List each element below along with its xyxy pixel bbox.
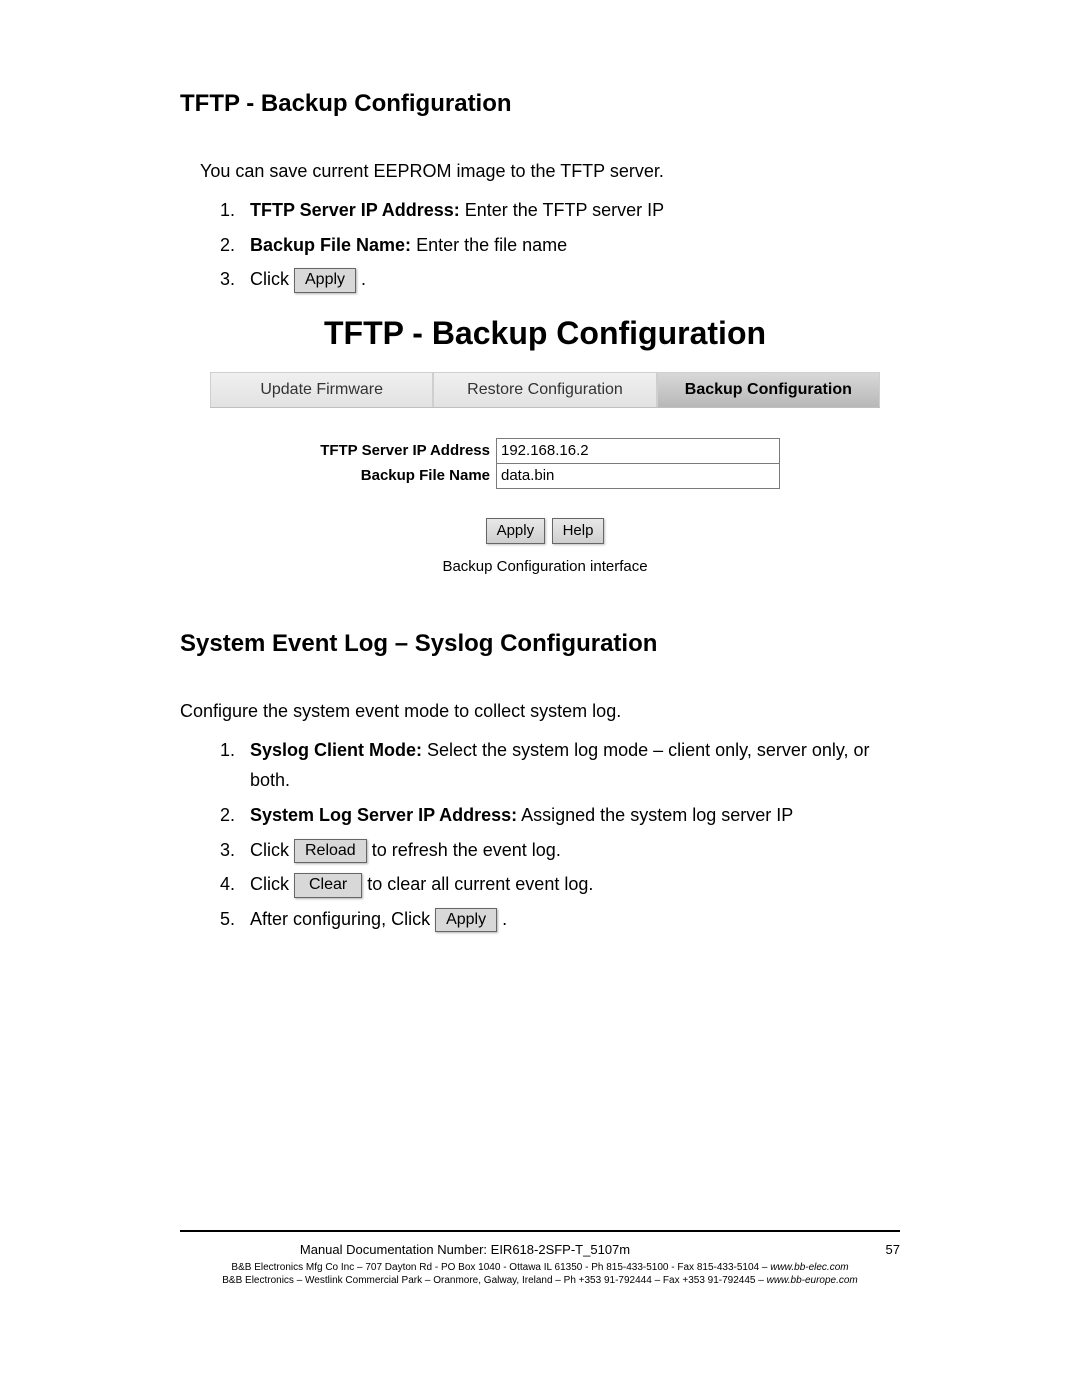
step-item: Syslog Client Mode: Select the system lo…: [240, 735, 900, 796]
tab-restore-configuration[interactable]: Restore Configuration: [433, 372, 656, 407]
footer-docnumber: Manual Documentation Number: EIR618-2SFP…: [300, 1242, 630, 1257]
step3-pre: Click: [250, 269, 294, 289]
footer-a-site: www.bb-elec.com: [770, 1262, 848, 1273]
page-footer: Manual Documentation Number: EIR618-2SFP…: [180, 1230, 900, 1287]
form-block: TFTP Server IP Address Backup File Name: [310, 438, 780, 488]
file-input[interactable]: [496, 463, 780, 489]
apply-button-inline-2[interactable]: Apply: [435, 908, 497, 933]
s2-step2-label: System Log Server IP Address:: [250, 805, 517, 825]
step-item: After configuring, Click Apply .: [240, 904, 900, 935]
section2-intro: Configure the system event mode to colle…: [180, 698, 900, 725]
s2-step1-label: Syslog Client Mode:: [250, 740, 422, 760]
footer-address-2: B&B Electronics – Westlink Commercial Pa…: [180, 1274, 900, 1287]
s2-step4-pre: Click: [250, 874, 294, 894]
tab-backup-configuration[interactable]: Backup Configuration: [657, 372, 880, 407]
footer-b-pre: B&B Electronics – Westlink Commercial Pa…: [222, 1275, 766, 1286]
step3-post: .: [356, 269, 366, 289]
s2-step3-post: to refresh the event log.: [367, 840, 561, 860]
apply-button[interactable]: Apply: [486, 518, 546, 544]
s2-step4-post: to clear all current event log.: [362, 874, 593, 894]
section2-steps: Syslog Client Mode: Select the system lo…: [220, 735, 900, 935]
s2-step5-post: .: [497, 909, 507, 929]
s2-step5-pre: After configuring, Click: [250, 909, 435, 929]
step-item: TFTP Server IP Address: Enter the TFTP s…: [240, 195, 900, 226]
s2-step2-text: Assigned the system log server IP: [517, 805, 793, 825]
s2-step3-pre: Click: [250, 840, 294, 860]
step-item: System Log Server IP Address: Assigned t…: [240, 800, 900, 831]
step1-text: Enter the TFTP server IP: [460, 200, 664, 220]
footer-b-site: www.bb-europe.com: [767, 1275, 858, 1286]
clear-button-inline[interactable]: Clear: [294, 873, 362, 898]
step-item: Click Apply .: [240, 264, 900, 295]
form-row-file: Backup File Name: [310, 463, 780, 488]
embedded-title: TFTP - Backup Configuration: [190, 315, 900, 352]
embedded-interface: TFTP - Backup Configuration Update Firmw…: [190, 315, 900, 575]
step-item: Click Clear to clear all current event l…: [240, 869, 900, 900]
form-row-ip: TFTP Server IP Address: [310, 438, 780, 463]
tabbar: Update Firmware Restore Configuration Ba…: [210, 372, 880, 408]
step-item: Click Reload to refresh the event log.: [240, 835, 900, 866]
footer-address-1: B&B Electronics Mfg Co Inc – 707 Dayton …: [180, 1261, 900, 1274]
ip-input[interactable]: [496, 438, 780, 464]
section1-intro: You can save current EEPROM image to the…: [200, 158, 900, 185]
footer-rule: [180, 1230, 900, 1232]
step-item: Backup File Name: Enter the file name: [240, 230, 900, 261]
tab-update-firmware[interactable]: Update Firmware: [210, 372, 433, 407]
reload-button-inline[interactable]: Reload: [294, 839, 367, 864]
step2-label: Backup File Name:: [250, 235, 411, 255]
embedded-buttons: Apply Help: [190, 518, 900, 544]
section1-steps: TFTP Server IP Address: Enter the TFTP s…: [220, 195, 900, 295]
file-label: Backup File Name: [310, 463, 496, 488]
embedded-caption: Backup Configuration interface: [190, 558, 900, 575]
help-button[interactable]: Help: [552, 518, 605, 544]
section2-heading: System Event Log – Syslog Configuration: [180, 630, 900, 658]
apply-button-inline[interactable]: Apply: [294, 268, 356, 293]
page-number: 57: [886, 1242, 900, 1257]
footer-docnumber-line: Manual Documentation Number: EIR618-2SFP…: [180, 1242, 750, 1257]
step1-label: TFTP Server IP Address:: [250, 200, 460, 220]
section1-heading: TFTP - Backup Configuration: [180, 90, 900, 118]
footer-a-pre: B&B Electronics Mfg Co Inc – 707 Dayton …: [231, 1262, 770, 1273]
ip-label: TFTP Server IP Address: [310, 438, 496, 463]
step2-text: Enter the file name: [411, 235, 567, 255]
